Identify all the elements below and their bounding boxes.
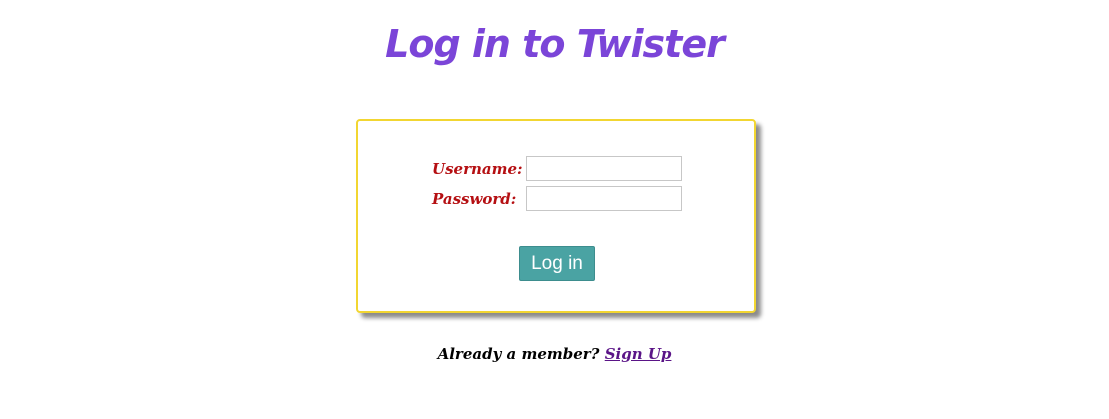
- password-input[interactable]: [526, 186, 682, 211]
- signup-link[interactable]: Sign Up: [605, 345, 672, 363]
- signup-prompt: Already a member? Sign Up: [0, 345, 1109, 363]
- login-button[interactable]: Log in: [519, 246, 595, 281]
- password-label: Password:: [432, 190, 517, 208]
- username-label: Username:: [432, 160, 523, 178]
- signup-prompt-text: Already a member?: [437, 345, 600, 363]
- page-title: Log in to Twister: [385, 22, 725, 66]
- login-form: Username: Password: Log in: [356, 119, 756, 313]
- username-input[interactable]: [526, 156, 682, 181]
